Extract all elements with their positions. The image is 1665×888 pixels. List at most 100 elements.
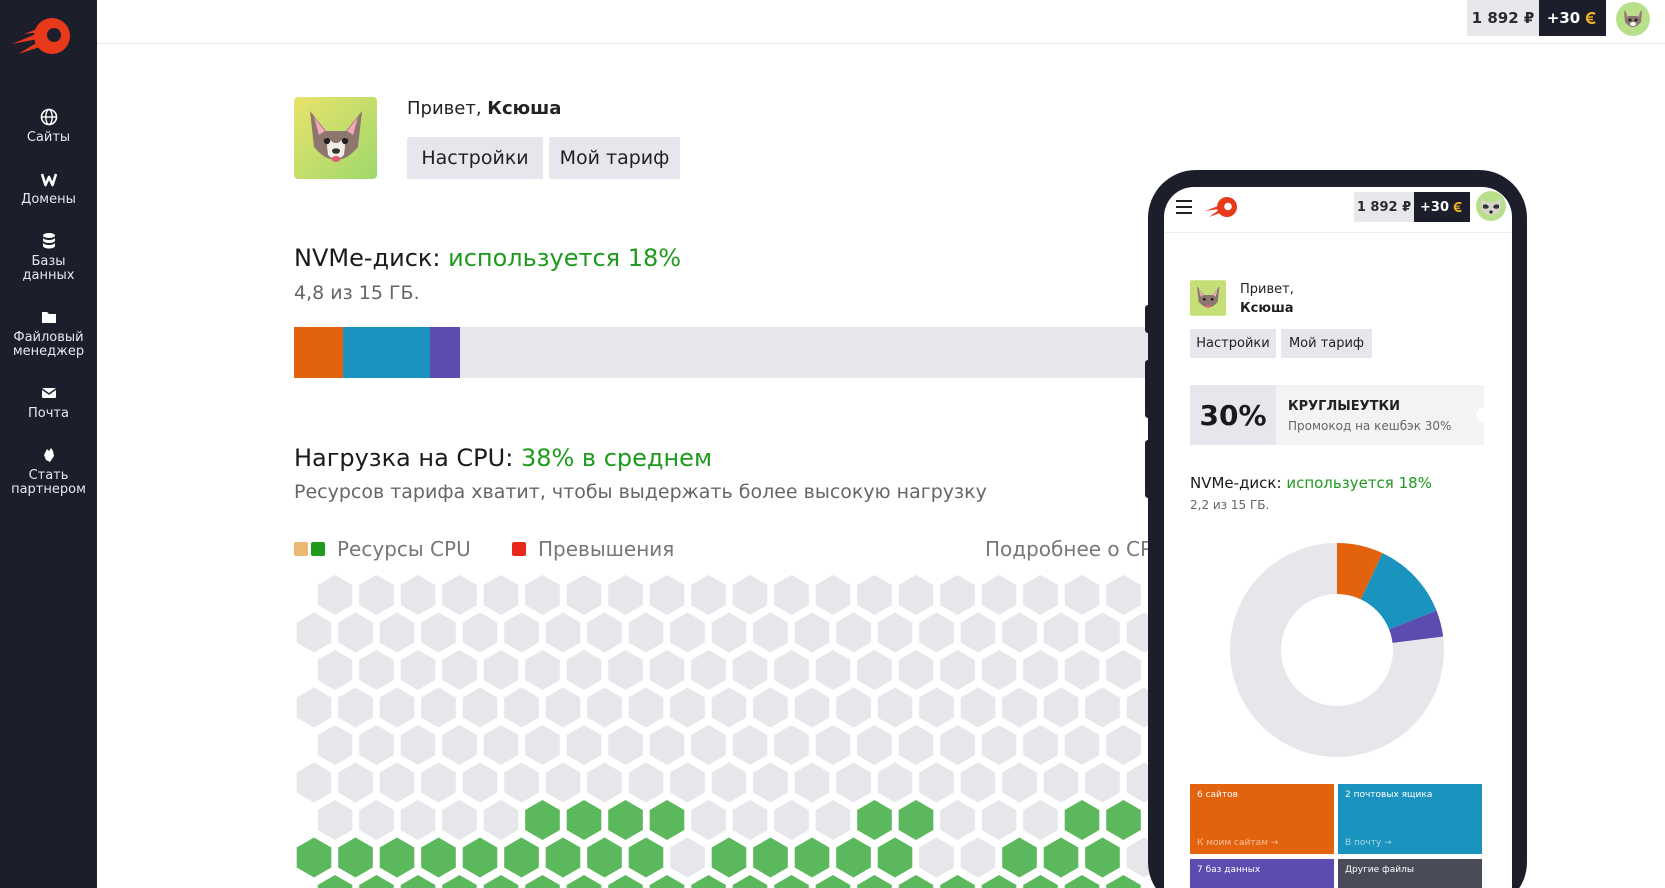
promo-card[interactable]: 30% КРУГЛЫЕУТКИ Промокод на кешбэк 30% [1190,385,1492,445]
cpu-hex-cell [1002,687,1037,728]
cpu-hex-cell [649,800,685,840]
coin-icon [1453,202,1462,212]
cpu-hex-cell [857,875,892,888]
cpu-hex-cell [566,875,602,888]
bonus-value: +30 [1420,199,1449,215]
cpu-hex-cell [1043,612,1079,653]
cpu-hex-cell [940,575,975,615]
bonus-badge[interactable]: +30 [1539,0,1606,36]
cpu-hex-cell [753,837,788,878]
cpu-hex-cell [608,875,643,888]
phone-tariff-button[interactable]: Мой тариф [1281,329,1372,358]
cpu-hex-cell [1085,612,1120,653]
cpu-hex-cell [587,687,622,728]
cpu-hex-cell [919,762,954,803]
tile-link[interactable]: В почту → [1345,838,1392,848]
phone-user-avatar[interactable] [1476,191,1506,221]
disk-segment-1 [343,327,430,378]
cpu-hex-cell [898,875,934,888]
cpu-hex-cell [359,725,394,765]
legend-label: Превышения [538,537,675,561]
cpu-hex-cell [442,800,477,840]
cpu-hex-cell [774,800,809,840]
cpu-hex-cell [1085,687,1120,728]
cpu-more-link[interactable]: Подробнее о CPU [985,537,1167,561]
cpu-hex-cell [670,612,705,653]
sidebar-item-label: Стать партнером [11,468,86,497]
cpu-hex-cell [774,575,809,615]
phone-settings-button[interactable]: Настройки [1190,329,1276,358]
cpu-hex-cell [1106,800,1141,840]
legend-swatch [512,542,526,556]
sidebar-item-domains[interactable]: Домены [0,170,97,207]
cpu-hex-cell [504,687,539,728]
cpu-hex-cell [1106,650,1141,690]
cpu-hex-cell [1002,837,1037,878]
tile-sites[interactable]: 6 сайтов К моим сайтам → [1190,784,1334,854]
cpu-hex-cell [317,650,353,690]
greeting-prefix: Привет, [1240,282,1294,297]
tile-title: Другие файлы [1345,865,1414,875]
cpu-hex-cell [691,575,726,615]
legend-exceed: Превышения [512,537,674,561]
phone-disk-detail: 2,2 из 15 ГБ. [1190,498,1270,512]
cpu-hex-cell [296,687,332,728]
promo-description: Промокод на кешбэк 30% [1288,419,1452,433]
logo-icon[interactable] [1204,195,1238,221]
cpu-hex-cell [628,762,664,803]
cpu-hex-cell [587,837,622,878]
cpu-hex-cell [1023,800,1058,840]
cpu-hex-cell [753,687,788,728]
raccoon-avatar-icon [1476,191,1506,221]
cpu-hex-cell [1085,762,1120,803]
sidebar-item-partner[interactable]: Стать партнером [0,446,97,497]
phone-balance-badge[interactable]: 1 892 ₽ [1354,192,1414,222]
sidebar-item-mail[interactable]: Почта [0,384,97,421]
cpu-hex-cell [732,875,768,888]
cpu-hex-cell [379,837,415,878]
cpu-hex-cell [317,575,353,615]
sidebar-item-databases[interactable]: Базы данных [0,232,97,283]
cpu-hex-cell [877,687,913,728]
cpu-hex-cell [608,650,643,690]
cpu-hex-cell [649,725,685,765]
logo-icon[interactable] [10,14,72,62]
cpu-hex-cell [628,612,664,653]
cpu-hex-cell [359,650,394,690]
sidebar-item-sites[interactable]: Сайты [0,108,97,145]
tariff-button[interactable]: Мой тариф [549,137,680,179]
tile-other-files[interactable]: Другие файлы [1338,859,1482,888]
cpu-hex-cell [981,725,1017,765]
user-avatar[interactable] [1616,2,1650,36]
cpu-hex-cell [898,725,934,765]
tile-link[interactable]: К моим сайтам → [1197,838,1278,848]
top-bar: 1 892 ₽ +30 [97,0,1665,44]
balance-badge[interactable]: 1 892 ₽ [1467,0,1539,36]
disk-title: NVMe-диск: [1190,474,1282,492]
cpu-hex-grid [296,575,1154,888]
sidebar-item-file-manager[interactable]: Файловый менеджер [0,308,97,359]
cpu-detail: Ресурсов тарифа хватит, чтобы выдержать … [294,481,987,503]
cpu-hex-cell [317,875,353,888]
cpu-hex-cell [1043,837,1079,878]
cpu-hex-cell [691,800,726,840]
cpu-hex-cell [940,650,975,690]
cpu-hex-cell [691,725,726,765]
legend-swatch [294,542,308,556]
tile-mailboxes[interactable]: 2 почтовых ящика В почту → [1338,784,1482,854]
cpu-hex-cell [421,762,456,803]
cpu-hex-cell [400,875,436,888]
cpu-hex-cell [545,612,581,653]
phone-screen: 1 892 ₽ +30 Привет, Ксюша Настройки Мой … [1164,187,1512,888]
settings-button[interactable]: Настройки [407,137,543,179]
cpu-hex-cell [670,762,705,803]
cpu-hex-cell [566,800,602,840]
tile-databases[interactable]: 7 баз данных [1190,859,1334,888]
cpu-hex-cell [732,575,768,615]
phone-bonus-badge[interactable]: +30 [1414,192,1470,222]
cpu-hex-cell [400,800,436,840]
cpu-hex-cell [794,762,830,803]
coin-icon [1586,12,1596,24]
menu-icon[interactable] [1176,200,1192,214]
cpu-hex-cell [649,575,685,615]
